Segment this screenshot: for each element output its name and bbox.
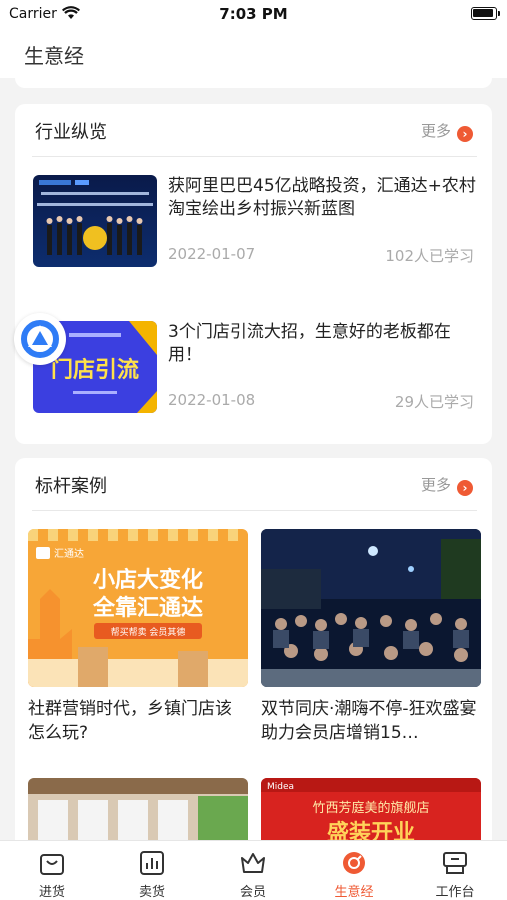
more-link[interactable]: 更多 ›	[421, 120, 473, 142]
status-bar: Carrier 7:03 PM	[0, 0, 507, 28]
page-title: 生意经	[24, 44, 84, 68]
divider	[32, 510, 477, 511]
news-title: 3个门店引流大招，生意好的老板都在用！	[168, 322, 451, 365]
case-item[interactable]: 汇通达 小店大变化 全靠汇通达 帮买帮卖 会员其德 社群营销时代，乡镇门店该怎么…	[28, 529, 248, 745]
banner-line-1: 小店大变化	[93, 567, 203, 593]
more-label: 更多	[420, 476, 451, 494]
news-item[interactable]: 门店引流 3个门店引流大招，生意好的老板都在用！ 2022-01-08 29人已…	[15, 321, 492, 417]
workbench-icon	[441, 849, 469, 877]
compass-icon	[340, 849, 368, 877]
tab-label: 卖货	[138, 885, 165, 900]
nav-bar: 生意经	[0, 28, 507, 78]
news-title: 获阿里巴巴45亿战略投资，汇通达+农村淘宝绘出乡村振兴新蓝图	[168, 176, 476, 219]
cases-card: 标杆案例 更多 › 汇通达 小店大变化 全靠汇通达 帮买帮卖 会员其德 社群营销…	[15, 458, 492, 858]
tab-label: 工作台	[435, 885, 475, 900]
floating-logo[interactable]	[14, 313, 66, 365]
tab-label: 生意经	[334, 885, 374, 900]
divider	[32, 156, 477, 157]
clock: 7:03 PM	[219, 5, 288, 23]
news-thumbnail	[33, 175, 157, 267]
section-title: 标杆案例	[35, 476, 107, 497]
tab-member[interactable]: 会员	[203, 841, 303, 900]
news-learn-count: 29人已学习	[394, 393, 474, 411]
case-image	[261, 529, 481, 687]
tab-sell[interactable]: 卖货	[102, 841, 202, 900]
logo-text: 汇通达	[54, 547, 84, 560]
card-header: 行业纵览 更多 ›	[15, 104, 492, 156]
crown-icon	[239, 849, 267, 877]
news-date: 2022-01-08	[168, 391, 256, 409]
section-title: 行业纵览	[35, 122, 107, 143]
chevron-right-icon: ›	[457, 480, 473, 496]
tab-purchase[interactable]: 进货	[2, 841, 102, 900]
news-item[interactable]: 获阿里巴巴45亿战略投资，汇通达+农村淘宝绘出乡村振兴新蓝图 2022-01-0…	[15, 175, 492, 271]
tab-label: 会员	[239, 885, 266, 900]
case-title: 社群营销时代，乡镇门店该怎么玩?	[28, 699, 232, 743]
news-date: 2022-01-07	[168, 245, 256, 263]
brand-text: Midea	[267, 782, 294, 792]
industry-card: 行业纵览 更多 › 获阿里巴巴45亿战略投资，汇通达+农村淘宝绘出乡村振兴新蓝图…	[15, 104, 492, 444]
more-link[interactable]: 更多 ›	[421, 474, 473, 496]
tab-bar: 进货 卖货 会员 生意经 工作台	[0, 840, 507, 900]
tab-business[interactable]: 生意经	[304, 841, 404, 900]
case-item[interactable]: 双节同庆·潮嗨不停-狂欢盛宴助力会员店增销15…	[261, 529, 481, 745]
banner-line-2: 全靠汇通达	[92, 595, 203, 621]
chart-icon	[138, 849, 166, 877]
case-title: 双节同庆·潮嗨不停-狂欢盛宴助力会员店增销15…	[261, 699, 477, 743]
chevron-right-icon: ›	[457, 126, 473, 142]
banner-tag: 帮买帮卖 会员其德	[111, 626, 186, 638]
card-header: 标杆案例 更多 ›	[15, 458, 492, 510]
tab-label: 进货	[38, 885, 65, 900]
banner-text: 竹西芳庭美的旗舰店	[312, 800, 429, 816]
battery-icon	[471, 7, 500, 20]
more-label: 更多	[420, 122, 451, 140]
previous-card-edge	[15, 78, 492, 88]
news-learn-count: 102人已学习	[385, 247, 474, 265]
tab-workbench[interactable]: 工作台	[405, 841, 505, 900]
case-image: 汇通达 小店大变化 全靠汇通达 帮买帮卖 会员其德	[28, 529, 248, 687]
bag-icon	[38, 849, 66, 877]
